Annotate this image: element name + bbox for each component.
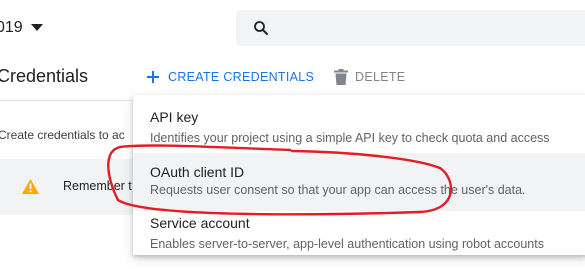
menu-item-oauth-client-id[interactable]: OAuth client ID Requests user consent so… bbox=[133, 153, 585, 211]
page-title: Credentials bbox=[0, 66, 89, 86]
menu-item-title: API key bbox=[150, 109, 199, 125]
menu-item-description: Enables server-to-server, app-level auth… bbox=[150, 237, 544, 251]
delete-button[interactable]: DELETE bbox=[334, 65, 405, 89]
banner-text: Remember t bbox=[63, 179, 132, 193]
create-credentials-menu: API key Identifies your project using a … bbox=[133, 95, 585, 255]
warning-icon bbox=[22, 179, 39, 194]
create-credentials-label[interactable]: CREATE CREDENTIALS bbox=[168, 70, 314, 84]
menu-item-description: Identifies your project using a simple A… bbox=[150, 131, 550, 145]
menu-item-service-account[interactable]: Service account Enables server-to-server… bbox=[133, 211, 585, 269]
project-selector[interactable]: 019 bbox=[0, 0, 60, 55]
trash-icon[interactable] bbox=[334, 69, 348, 85]
menu-item-api-key[interactable]: API key Identifies your project using a … bbox=[133, 95, 585, 153]
search-box[interactable] bbox=[236, 10, 585, 46]
top-bar: 019 bbox=[0, 0, 585, 56]
project-name[interactable]: 019 bbox=[0, 19, 23, 37]
create-credentials-button[interactable]: CREATE CREDENTIALS bbox=[146, 65, 314, 89]
delete-label[interactable]: DELETE bbox=[355, 70, 405, 84]
plus-icon[interactable] bbox=[146, 70, 160, 84]
helper-text: Create credentials to ac bbox=[0, 128, 125, 142]
menu-item-title: OAuth client ID bbox=[150, 164, 245, 180]
menu-item-description: Requests user consent so that your app c… bbox=[150, 183, 526, 197]
caret-down-icon[interactable] bbox=[30, 24, 43, 31]
search-icon[interactable] bbox=[252, 19, 270, 37]
menu-item-title: Service account bbox=[150, 215, 250, 231]
